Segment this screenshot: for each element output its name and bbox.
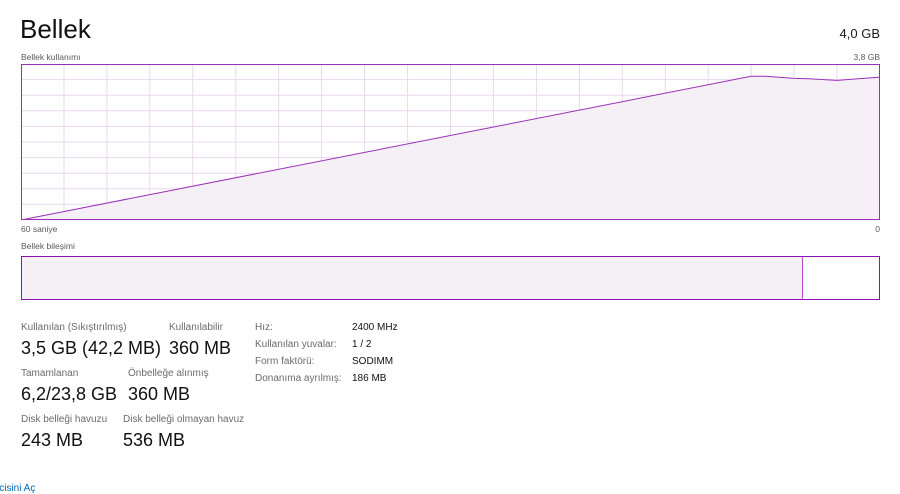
available-value: 360 MB: [169, 338, 232, 358]
form-factor-label: Form faktörü:: [255, 356, 315, 367]
committed-label: Tamamlanan: [21, 368, 79, 379]
form-factor-value: SODIMM: [352, 356, 394, 367]
memory-composition-bar: [21, 256, 880, 300]
composition-label: Bellek bileşimi: [21, 241, 75, 251]
in-use-label: Kullanılan (Sıkıştırılmış): [21, 322, 127, 333]
speed-value: 2400 MHz: [352, 322, 398, 333]
in-use-value: 3,5 GB (42,2 MB): [21, 338, 162, 358]
nonpaged-pool-value: 536 MB: [123, 430, 186, 450]
usage-chart-label: Bellek kullanımı: [21, 52, 81, 62]
usage-chart-max: 3,8 GB: [853, 52, 880, 62]
cached-value: 360 MB: [128, 384, 191, 404]
paged-pool-value: 243 MB: [21, 430, 84, 450]
open-resource-monitor-link[interactable]: icisini Aç: [0, 483, 35, 494]
time-axis-end: 0: [875, 224, 880, 234]
hardware-reserved-label: Donanıma ayrılmış:: [255, 373, 342, 384]
time-axis-start: 60 saniye: [21, 224, 58, 234]
page-title: Bellek: [20, 14, 91, 44]
hardware-reserved-value: 186 MB: [352, 373, 387, 384]
in-use-segment: [22, 257, 803, 299]
slots-value: 1 / 2: [352, 339, 372, 350]
total-memory: 4,0 GB: [839, 26, 880, 41]
nonpaged-pool-label: Disk belleği olmayan havuz: [123, 414, 245, 425]
memory-usage-chart: [21, 64, 880, 220]
paged-pool-label: Disk belleği havuzu: [21, 414, 108, 425]
cached-label: Önbelleğe alınmış: [128, 368, 209, 379]
speed-label: Hız:: [255, 322, 273, 333]
committed-value: 6,2/23,8 GB: [21, 384, 118, 404]
available-label: Kullanılabilir: [169, 322, 223, 333]
slots-label: Kullanılan yuvalar:: [255, 339, 337, 350]
